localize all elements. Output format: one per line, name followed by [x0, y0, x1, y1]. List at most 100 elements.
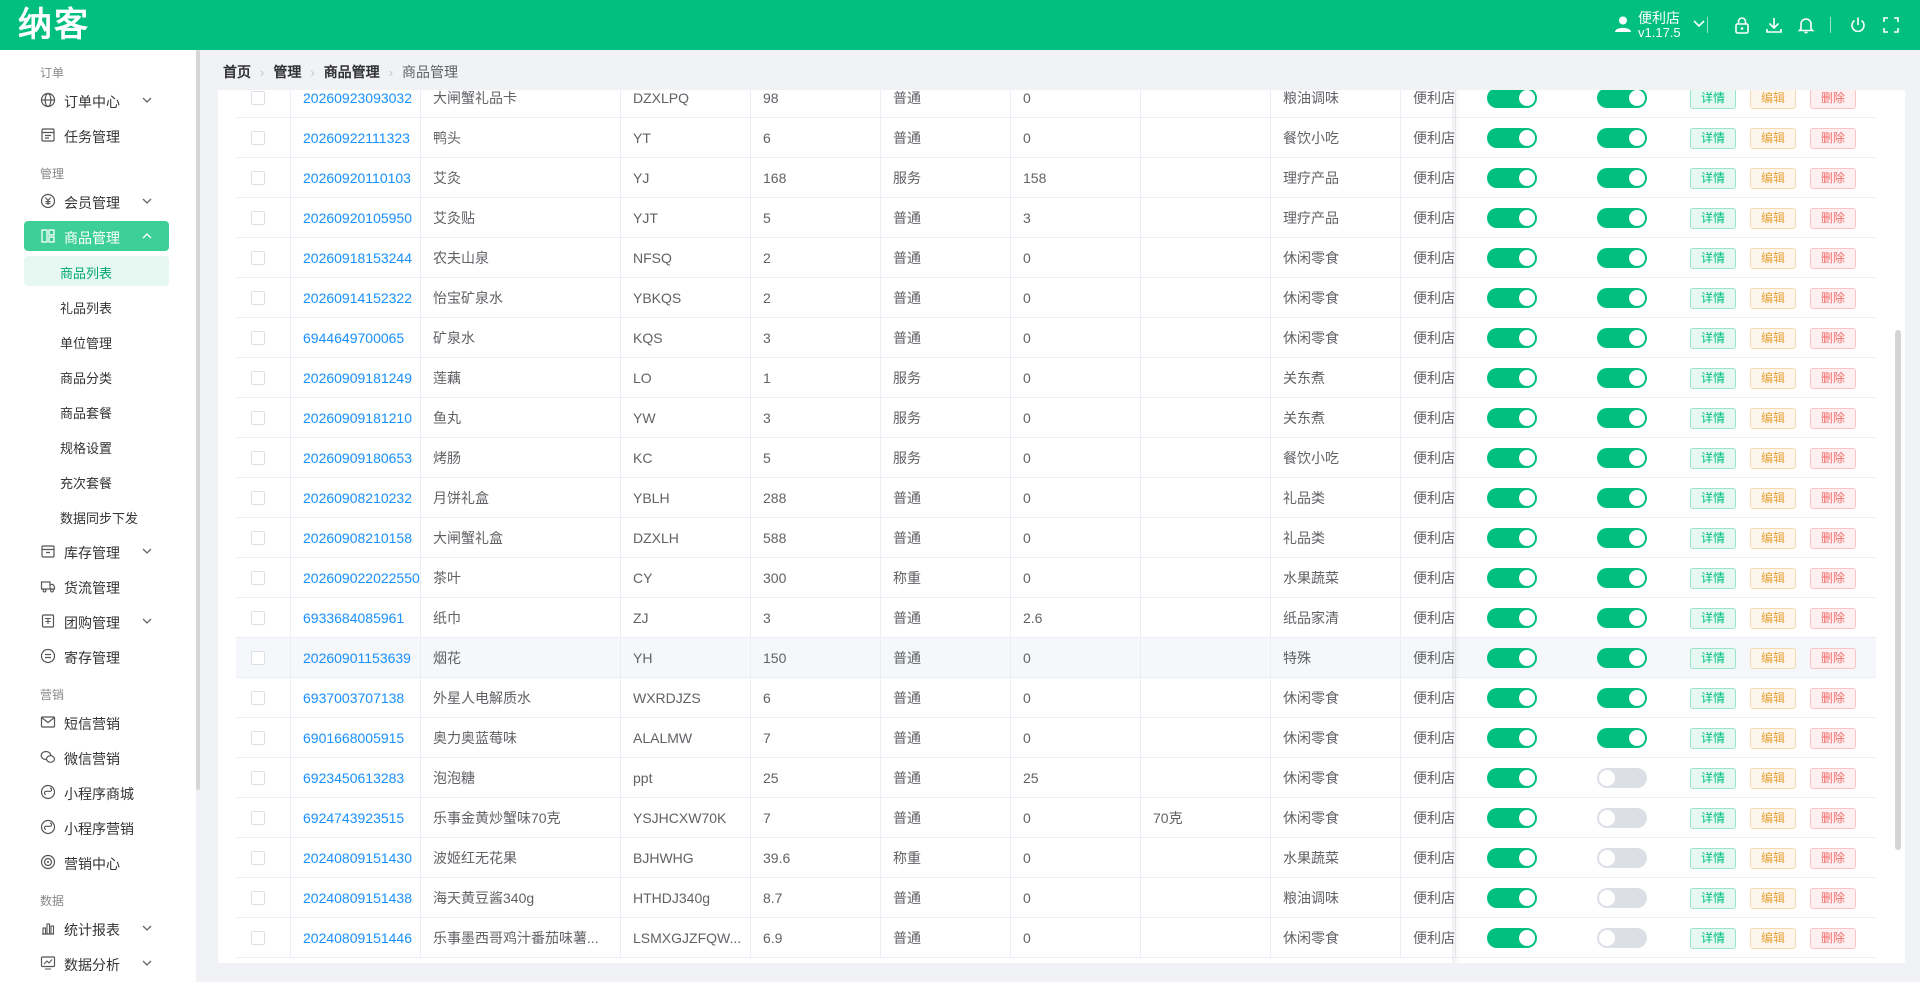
sidebar-subitem-unit-manage[interactable]: 单位管理 [24, 326, 169, 356]
delete-button[interactable]: 删除 [1810, 408, 1856, 429]
sidebar-subitem-spec-settings[interactable]: 规格设置 [24, 431, 169, 461]
status-toggle-2[interactable] [1597, 608, 1647, 628]
status-toggle-1[interactable] [1487, 608, 1537, 628]
product-code-cell[interactable]: 20260922111323 [291, 118, 421, 158]
table-row[interactable]: 6923450613283 泡泡糖 ppt 25 普通 25 休闲零食 便利店 详情 编辑 删除 [236, 758, 1876, 798]
delete-button[interactable]: 删除 [1810, 568, 1856, 589]
sidebar-item-order-center[interactable]: 订单中心 [24, 85, 169, 115]
status-toggle-1[interactable] [1487, 488, 1537, 508]
status-toggle-1[interactable] [1487, 368, 1537, 388]
detail-button[interactable]: 详情 [1690, 328, 1736, 349]
sidebar-item-product-manage[interactable]: 商品管理 [24, 221, 169, 251]
edit-button[interactable]: 编辑 [1750, 728, 1796, 749]
table-row[interactable]: 20260923093032 大闸蟹礼品卡 DZXLPQ 98 普通 0 粮油调味 便利店 详情… [236, 90, 1876, 118]
delete-button[interactable]: 删除 [1810, 768, 1856, 789]
status-toggle-2[interactable] [1597, 448, 1647, 468]
detail-button[interactable]: 详情 [1690, 688, 1736, 709]
row-checkbox[interactable] [251, 251, 265, 265]
sidebar-subitem-product-package[interactable]: 商品套餐 [24, 396, 169, 426]
detail-button[interactable]: 详情 [1690, 808, 1736, 829]
detail-button[interactable]: 详情 [1690, 488, 1736, 509]
row-checkbox[interactable] [251, 331, 265, 345]
product-code-cell[interactable]: 20260920105950 [291, 198, 421, 238]
detail-button[interactable]: 详情 [1690, 528, 1736, 549]
delete-button[interactable]: 删除 [1810, 208, 1856, 229]
detail-button[interactable]: 详情 [1690, 848, 1736, 869]
edit-button[interactable]: 编辑 [1750, 648, 1796, 669]
table-row[interactable]: 20260901153639 烟花 YH 150 普通 0 特殊 便利店 详情 编辑 删除 [236, 638, 1876, 678]
table-row[interactable]: 6937003707138 外星人电解质水 WXRDJZS 6 普通 0 休闲零食 便利店 详情… [236, 678, 1876, 718]
row-checkbox[interactable] [251, 611, 265, 625]
edit-button[interactable]: 编辑 [1750, 128, 1796, 149]
edit-button[interactable]: 编辑 [1750, 488, 1796, 509]
fullscreen-icon[interactable] [1881, 15, 1901, 35]
status-toggle-2[interactable] [1597, 808, 1647, 828]
table-row[interactable]: 20240809151438 海天黄豆酱340g HTHDJ340g 8.7 普通 0 粮油… [236, 878, 1876, 918]
row-checkbox[interactable] [251, 731, 265, 745]
table-scrollbar[interactable] [1895, 330, 1901, 850]
breadcrumb-home[interactable]: 首页 [223, 62, 251, 82]
status-toggle-1[interactable] [1487, 90, 1537, 108]
status-toggle-1[interactable] [1487, 808, 1537, 828]
detail-button[interactable]: 详情 [1690, 888, 1736, 909]
detail-button[interactable]: 详情 [1690, 648, 1736, 669]
delete-button[interactable]: 删除 [1810, 808, 1856, 829]
table-row[interactable]: 6901668005915 奥力奥蓝莓味 ALALMW 7 普通 0 休闲零食 便利店 详情 编辑… [236, 718, 1876, 758]
status-toggle-2[interactable] [1597, 928, 1647, 948]
delete-button[interactable]: 删除 [1810, 648, 1856, 669]
delete-button[interactable]: 删除 [1810, 728, 1856, 749]
delete-button[interactable]: 删除 [1810, 608, 1856, 629]
product-code-cell[interactable]: 20260923093032 [291, 90, 421, 118]
delete-button[interactable]: 删除 [1810, 888, 1856, 909]
product-code-cell[interactable]: 6933684085961 [291, 598, 421, 638]
status-toggle-1[interactable] [1487, 888, 1537, 908]
row-checkbox[interactable] [251, 211, 265, 225]
row-checkbox[interactable] [251, 491, 265, 505]
detail-button[interactable]: 详情 [1690, 90, 1736, 109]
edit-button[interactable]: 编辑 [1750, 768, 1796, 789]
status-toggle-2[interactable] [1597, 168, 1647, 188]
table-row[interactable]: 20260918153244 农夫山泉 NFSQ 2 普通 0 休闲零食 便利店 详情 编辑 删除 [236, 238, 1876, 278]
product-code-cell[interactable]: 20240809151430 [291, 838, 421, 878]
row-checkbox[interactable] [251, 651, 265, 665]
row-checkbox[interactable] [251, 171, 265, 185]
product-code-cell[interactable]: 20260920110103 [291, 158, 421, 198]
sidebar-subitem-recharge-package[interactable]: 充次套餐 [24, 466, 169, 496]
delete-button[interactable]: 删除 [1810, 288, 1856, 309]
status-toggle-2[interactable] [1597, 528, 1647, 548]
delete-button[interactable]: 删除 [1810, 688, 1856, 709]
sidebar-item-delivery-manage[interactable]: 货流管理 [24, 571, 169, 601]
table-row[interactable]: 20260908210158 大闸蟹礼盒 DZXLH 588 普通 0 礼品类 便利店 详情 编辑… [236, 518, 1876, 558]
edit-button[interactable]: 编辑 [1750, 368, 1796, 389]
status-toggle-2[interactable] [1597, 208, 1647, 228]
row-checkbox[interactable] [251, 531, 265, 545]
breadcrumb-product-manage[interactable]: 商品管理 [324, 62, 380, 82]
edit-button[interactable]: 编辑 [1750, 808, 1796, 829]
status-toggle-1[interactable] [1487, 448, 1537, 468]
table-row[interactable]: 20260909181210 鱼丸 YW 3 服务 0 关东煮 便利店 详情 编辑 删除 [236, 398, 1876, 438]
row-checkbox[interactable] [251, 451, 265, 465]
edit-button[interactable]: 编辑 [1750, 528, 1796, 549]
row-checkbox[interactable] [251, 571, 265, 585]
row-checkbox[interactable] [251, 691, 265, 705]
status-toggle-1[interactable] [1487, 848, 1537, 868]
detail-button[interactable]: 详情 [1690, 608, 1736, 629]
detail-button[interactable]: 详情 [1690, 288, 1736, 309]
edit-button[interactable]: 编辑 [1750, 888, 1796, 909]
table-row[interactable]: 20240809151430 波姬红无花果 BJHWHG 39.6 称重 0 水果蔬菜 便利店… [236, 838, 1876, 878]
sidebar-item-storage-manage[interactable]: 寄存管理 [24, 641, 169, 671]
row-checkbox[interactable] [251, 931, 265, 945]
sidebar-item-mini-mall[interactable]: 小程序商城 [24, 777, 169, 807]
product-code-cell[interactable]: 6944649700065 [291, 318, 421, 358]
delete-button[interactable]: 删除 [1810, 368, 1856, 389]
delete-button[interactable]: 删除 [1810, 448, 1856, 469]
edit-button[interactable]: 编辑 [1750, 568, 1796, 589]
status-toggle-2[interactable] [1597, 568, 1647, 588]
status-toggle-1[interactable] [1487, 408, 1537, 428]
sidebar-item-mini-marketing[interactable]: 小程序营销 [24, 812, 169, 842]
sidebar-item-group-buy[interactable]: 团购管理 [24, 606, 169, 636]
detail-button[interactable]: 详情 [1690, 168, 1736, 189]
row-checkbox[interactable] [251, 811, 265, 825]
status-toggle-1[interactable] [1487, 528, 1537, 548]
status-toggle-2[interactable] [1597, 768, 1647, 788]
